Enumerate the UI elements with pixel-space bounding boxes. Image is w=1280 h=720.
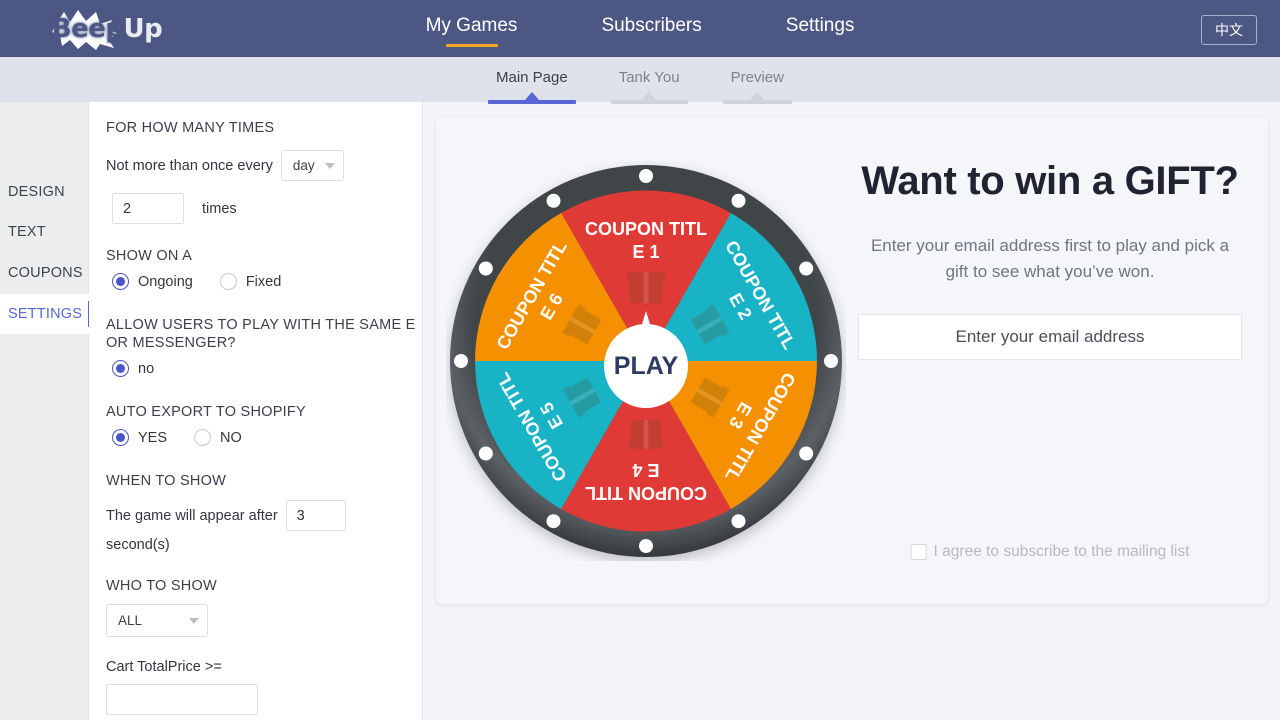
when-to-show-row: The game will appear after xyxy=(106,500,422,531)
when-to-show-seconds-input[interactable] xyxy=(286,500,346,531)
show-on-a-heading: SHOW ON A xyxy=(106,248,422,264)
promo-panel: Want to win a GIFT? Enter your email add… xyxy=(850,139,1250,589)
promo-subtext: Enter your email address first to play a… xyxy=(850,233,1250,284)
preview-canvas: COUPON TITL E 1 COUPON TITL E 2 COUPON T… xyxy=(436,117,1268,604)
mailing-list-checkbox[interactable] xyxy=(911,544,927,560)
frequency-heading: FOR HOW MANY TIMES xyxy=(106,120,422,136)
logo-text: BeepUp xyxy=(52,14,162,44)
logo-text-beep: Beep xyxy=(52,14,124,44)
tab-preview[interactable]: Preview xyxy=(723,69,792,104)
mailing-list-label: I agree to subscribe to the mailing list xyxy=(934,543,1190,561)
left-sidebar: DESIGN TEXT COUPONS SETTINGS xyxy=(0,102,89,720)
mailing-list-consent: I agree to subscribe to the mailing list xyxy=(911,543,1190,561)
sidebar-item-design[interactable]: DESIGN xyxy=(0,172,89,212)
tab-main-page-label: Main Page xyxy=(496,69,568,86)
cart-total-price-input[interactable] xyxy=(106,684,258,715)
radio-ongoing-label: Ongoing xyxy=(138,274,193,290)
nav-item-subscribers[interactable]: Subscribers xyxy=(599,11,703,47)
nav-item-my-games[interactable]: My Games xyxy=(424,11,520,47)
radio-auto-export-no-label: NO xyxy=(220,430,242,446)
prize-wheel[interactable]: COUPON TITL E 1 COUPON TITL E 2 COUPON T… xyxy=(446,137,846,584)
sidebar-item-text[interactable]: TEXT xyxy=(0,212,89,252)
sub-navigation-bar: Main Page Tank You Preview xyxy=(0,57,1280,102)
tab-main-page[interactable]: Main Page xyxy=(488,69,576,104)
promo-headline: Want to win a GIFT? xyxy=(850,151,1250,211)
when-to-show-heading: WHEN TO SHOW xyxy=(106,473,422,489)
who-to-show-value: ALL xyxy=(118,613,142,628)
radio-fixed[interactable] xyxy=(220,273,237,290)
sidebar-item-settings[interactable]: SETTINGS xyxy=(0,294,89,334)
frequency-period-select[interactable]: day xyxy=(281,150,344,181)
wheel-play-label: PLAY xyxy=(614,352,679,380)
auto-export-heading: AUTO EXPORT TO SHOPIFY xyxy=(106,404,422,420)
auto-export-radio-group: YES NO xyxy=(106,429,422,446)
when-to-show-suffix-label: second(s) xyxy=(106,537,422,553)
wheel-label-4-line2: E 4 xyxy=(632,460,659,480)
wheel-label-1-line2: E 1 xyxy=(632,242,659,262)
frequency-period-value: day xyxy=(293,158,315,173)
tab-preview-caret-icon xyxy=(749,92,765,101)
who-to-show-heading: WHO TO SHOW xyxy=(106,578,422,594)
radio-fixed-label: Fixed xyxy=(246,274,281,290)
prize-wheel-svg: COUPON TITL E 1 COUPON TITL E 2 COUPON T… xyxy=(446,161,846,561)
email-input[interactable]: Enter your email address xyxy=(858,314,1242,360)
frequency-times-input[interactable] xyxy=(112,193,184,224)
frequency-times-row: times xyxy=(106,193,422,224)
allow-same-email-radio-group: no xyxy=(106,360,422,377)
cart-total-price-label: Cart TotalPrice >= xyxy=(106,659,422,675)
settings-panel: FOR HOW MANY TIMES Not more than once ev… xyxy=(89,102,423,720)
frequency-prefix-label: Not more than once every xyxy=(106,158,273,174)
radio-auto-export-yes-label: YES xyxy=(138,430,167,446)
tab-preview-label: Preview xyxy=(731,69,784,86)
frequency-times-suffix: times xyxy=(202,201,237,217)
show-on-a-radio-group: Ongoing Fixed xyxy=(106,273,422,290)
wheel-label-4-line1: COUPON TITL xyxy=(585,483,707,503)
tab-tank-you-label: Tank You xyxy=(619,69,680,86)
radio-auto-export-no[interactable] xyxy=(194,429,211,446)
language-toggle-button[interactable]: 中文 xyxy=(1201,15,1257,45)
radio-no-same-email[interactable] xyxy=(112,360,129,377)
sidebar-item-coupons[interactable]: COUPONS xyxy=(0,253,89,293)
radio-no-same-email-label: no xyxy=(138,361,154,377)
tab-tank-you[interactable]: Tank You xyxy=(611,69,688,104)
tab-main-page-caret-icon xyxy=(524,92,540,101)
chevron-down-icon xyxy=(325,163,335,169)
allow-same-email-heading-line1: ALLOW USERS TO PLAY WITH THE SAME E xyxy=(106,317,422,333)
logo-text-up: Up xyxy=(123,14,162,44)
main-navigation: My Games Subscribers Settings xyxy=(0,0,1280,57)
wheel-label-1-line1: COUPON TITL xyxy=(585,219,707,239)
radio-auto-export-yes[interactable] xyxy=(112,429,129,446)
who-to-show-select[interactable]: ALL xyxy=(106,604,208,637)
app-logo[interactable]: BeepUp xyxy=(52,8,162,50)
radio-ongoing[interactable] xyxy=(112,273,129,290)
nav-item-settings[interactable]: Settings xyxy=(784,11,857,47)
frequency-period-row: Not more than once every day xyxy=(106,150,422,181)
chevron-down-icon-audience xyxy=(189,618,199,624)
tab-tank-you-caret-icon xyxy=(641,92,657,101)
sub-navigation-tabs: Main Page Tank You Preview xyxy=(0,57,1280,102)
top-header: BeepUp My Games Subscribers Settings 中文 xyxy=(0,0,1280,57)
when-to-show-prefix-label: The game will appear after xyxy=(106,508,278,524)
allow-same-email-heading-line2: OR MESSENGER? xyxy=(106,335,422,351)
logo-text-wrap: BeepUp xyxy=(52,8,162,50)
